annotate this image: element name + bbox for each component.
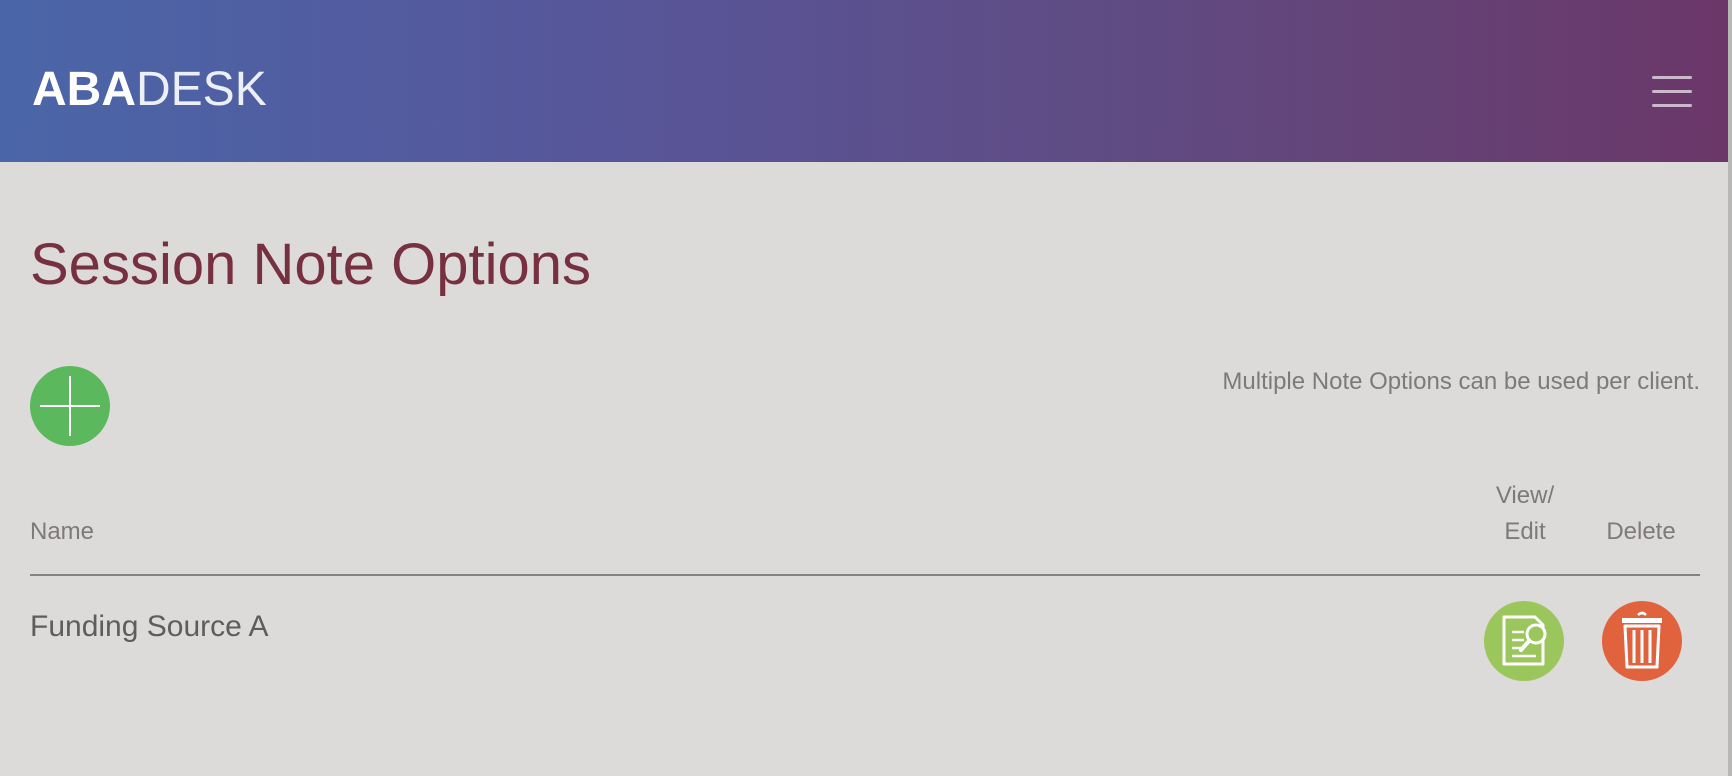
page-title: Session Note Options xyxy=(30,232,591,297)
column-header-view-edit: View/ Edit xyxy=(1470,478,1580,550)
row-name: Funding Source A xyxy=(30,610,269,643)
abadesk-logo[interactable]: ABADESK xyxy=(32,64,267,116)
plus-icon xyxy=(69,376,71,436)
menu-line xyxy=(1652,76,1692,79)
window-edge xyxy=(1728,0,1732,776)
menu-line xyxy=(1652,90,1692,93)
view-edit-button[interactable] xyxy=(1484,601,1564,681)
table-header-divider xyxy=(30,574,1700,576)
column-header-name: Name xyxy=(30,518,95,545)
column-header-edit-line: Edit xyxy=(1504,518,1546,545)
column-header-delete: Delete xyxy=(1606,518,1676,545)
menu-line xyxy=(1652,104,1692,107)
column-header-view-line: View/ xyxy=(1495,482,1555,509)
logo-strong-text: ABA xyxy=(32,63,136,116)
add-note-option-button[interactable] xyxy=(30,366,110,446)
helper-text: Multiple Note Options can be used per cl… xyxy=(1222,368,1700,395)
page: ABADESK Session Note Options Multiple No… xyxy=(0,0,1732,776)
trash-icon xyxy=(1622,611,1662,669)
logo-light-text: DESK xyxy=(136,63,267,116)
delete-button[interactable] xyxy=(1602,601,1682,681)
top-navbar: ABADESK xyxy=(0,0,1728,162)
hamburger-menu-icon[interactable] xyxy=(1652,74,1692,108)
document-search-icon xyxy=(1502,615,1547,666)
